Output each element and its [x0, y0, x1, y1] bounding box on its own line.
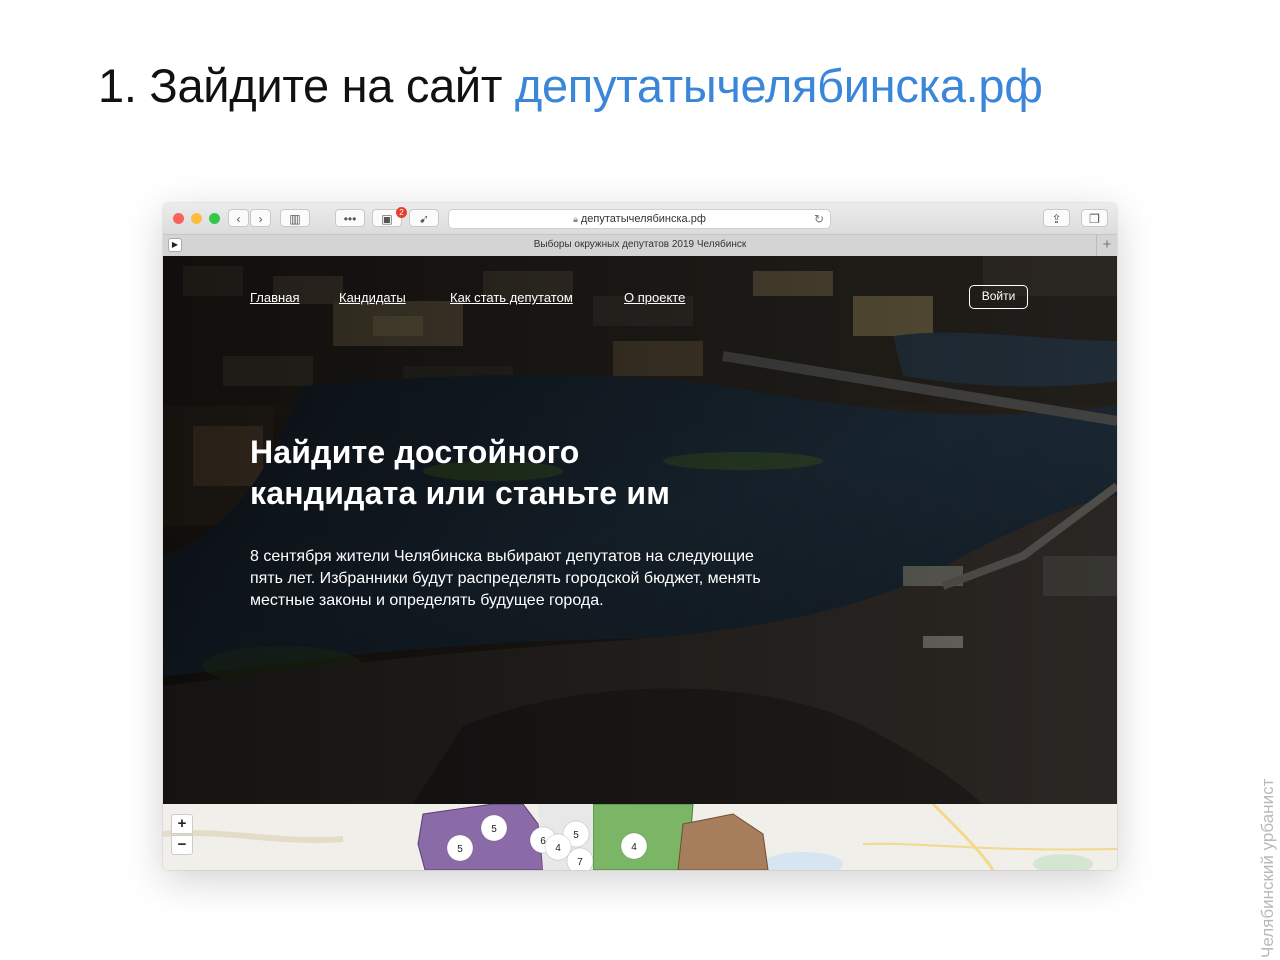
- hero-headline-line1: Найдите достойного: [250, 434, 580, 470]
- map-cluster-count: 5: [573, 830, 579, 841]
- nav-link-candidates[interactable]: Кандидаты: [339, 290, 406, 305]
- slide-title-prefix: 1. Зайдите на сайт: [98, 59, 515, 112]
- back-icon: ‹: [236, 212, 241, 226]
- share-icon: ⇪: [1051, 212, 1062, 226]
- nav-link-home[interactable]: Главная: [250, 290, 299, 305]
- watermark: Челябинский урбанист: [1258, 778, 1277, 958]
- sidebar-icon: ▥: [289, 212, 301, 226]
- hero-headline-line2: кандидата или станьте им: [250, 475, 671, 511]
- browser-toolbar: ‹ › ▥ ••• ▣ 2 ➹ 🔒︎ депутатычелябинска.рф …: [163, 203, 1117, 235]
- extensions-badge: 2: [396, 207, 407, 218]
- browser-window: ‹ › ▥ ••• ▣ 2 ➹ 🔒︎ депутатычелябинска.рф …: [163, 203, 1117, 870]
- nav-link-about[interactable]: О проекте: [624, 290, 685, 305]
- map-cluster-marker[interactable]: 7: [566, 847, 594, 870]
- address-bar[interactable]: 🔒︎ депутатычелябинска.рф ↻: [448, 209, 831, 229]
- login-button[interactable]: Войти: [969, 285, 1028, 309]
- audio-icon[interactable]: ▶: [168, 238, 182, 252]
- map-cluster-count: 4: [555, 843, 561, 854]
- nav-link-become-deputy[interactable]: Как стать депутатом: [450, 290, 573, 305]
- hero-background-photo: [163, 256, 1117, 804]
- hero-section: Главная Кандидаты Как стать депутатом О …: [163, 256, 1117, 804]
- map-cluster-count: 4: [631, 842, 637, 853]
- map-cluster-marker[interactable]: 4: [544, 833, 572, 861]
- slide-title: 1. Зайдите на сайт депутатычелябинска.рф: [98, 58, 1043, 113]
- district-map[interactable]: + − 5564574: [163, 804, 1117, 870]
- map-cluster-count: 7: [577, 857, 583, 868]
- tab-bar: Выборы окружных депутатов 2019 Челябинск…: [163, 235, 1117, 257]
- map-cluster-layer: 5564574: [446, 814, 648, 870]
- minimize-window-button[interactable]: [191, 213, 202, 224]
- site-link[interactable]: депутатычелябинска.рф: [515, 59, 1043, 112]
- tabs-icon: ❐: [1089, 212, 1100, 226]
- bookmark-icon: ➹: [418, 212, 430, 226]
- tabs-button[interactable]: ❐: [1081, 209, 1108, 227]
- lock-icon: 🔒︎: [573, 214, 578, 224]
- sidebar-button[interactable]: ▥: [280, 209, 310, 227]
- hero-lead-text: 8 сентября жители Челябинска выбирают де…: [250, 548, 761, 609]
- tab-title[interactable]: Выборы окружных депутатов 2019 Челябинск: [163, 239, 1117, 250]
- more-button[interactable]: •••: [335, 209, 365, 227]
- map-cluster-count: 5: [491, 824, 497, 835]
- forward-button[interactable]: ›: [250, 209, 271, 227]
- hero-headline: Найдите достойного кандидата или станьте…: [250, 432, 870, 514]
- bookmark-button[interactable]: ➹: [409, 209, 439, 227]
- extensions-icon: ▣: [381, 212, 393, 226]
- address-text: депутатычелябинска.рф: [580, 213, 706, 225]
- plus-icon: +: [1102, 236, 1112, 253]
- map-cluster-marker[interactable]: 5: [446, 834, 474, 862]
- forward-icon: ›: [258, 212, 263, 226]
- map-cluster-marker[interactable]: 4: [620, 832, 648, 860]
- close-window-button[interactable]: [173, 213, 184, 224]
- back-button[interactable]: ‹: [228, 209, 249, 227]
- zoom-window-button[interactable]: [209, 213, 220, 224]
- map-cluster-count: 5: [457, 844, 463, 855]
- new-tab-button[interactable]: +: [1096, 235, 1117, 256]
- map-cluster-marker[interactable]: 5: [480, 814, 508, 842]
- more-icon: •••: [343, 212, 357, 226]
- reload-icon[interactable]: ↻: [814, 210, 824, 228]
- share-button[interactable]: ⇪: [1043, 209, 1070, 227]
